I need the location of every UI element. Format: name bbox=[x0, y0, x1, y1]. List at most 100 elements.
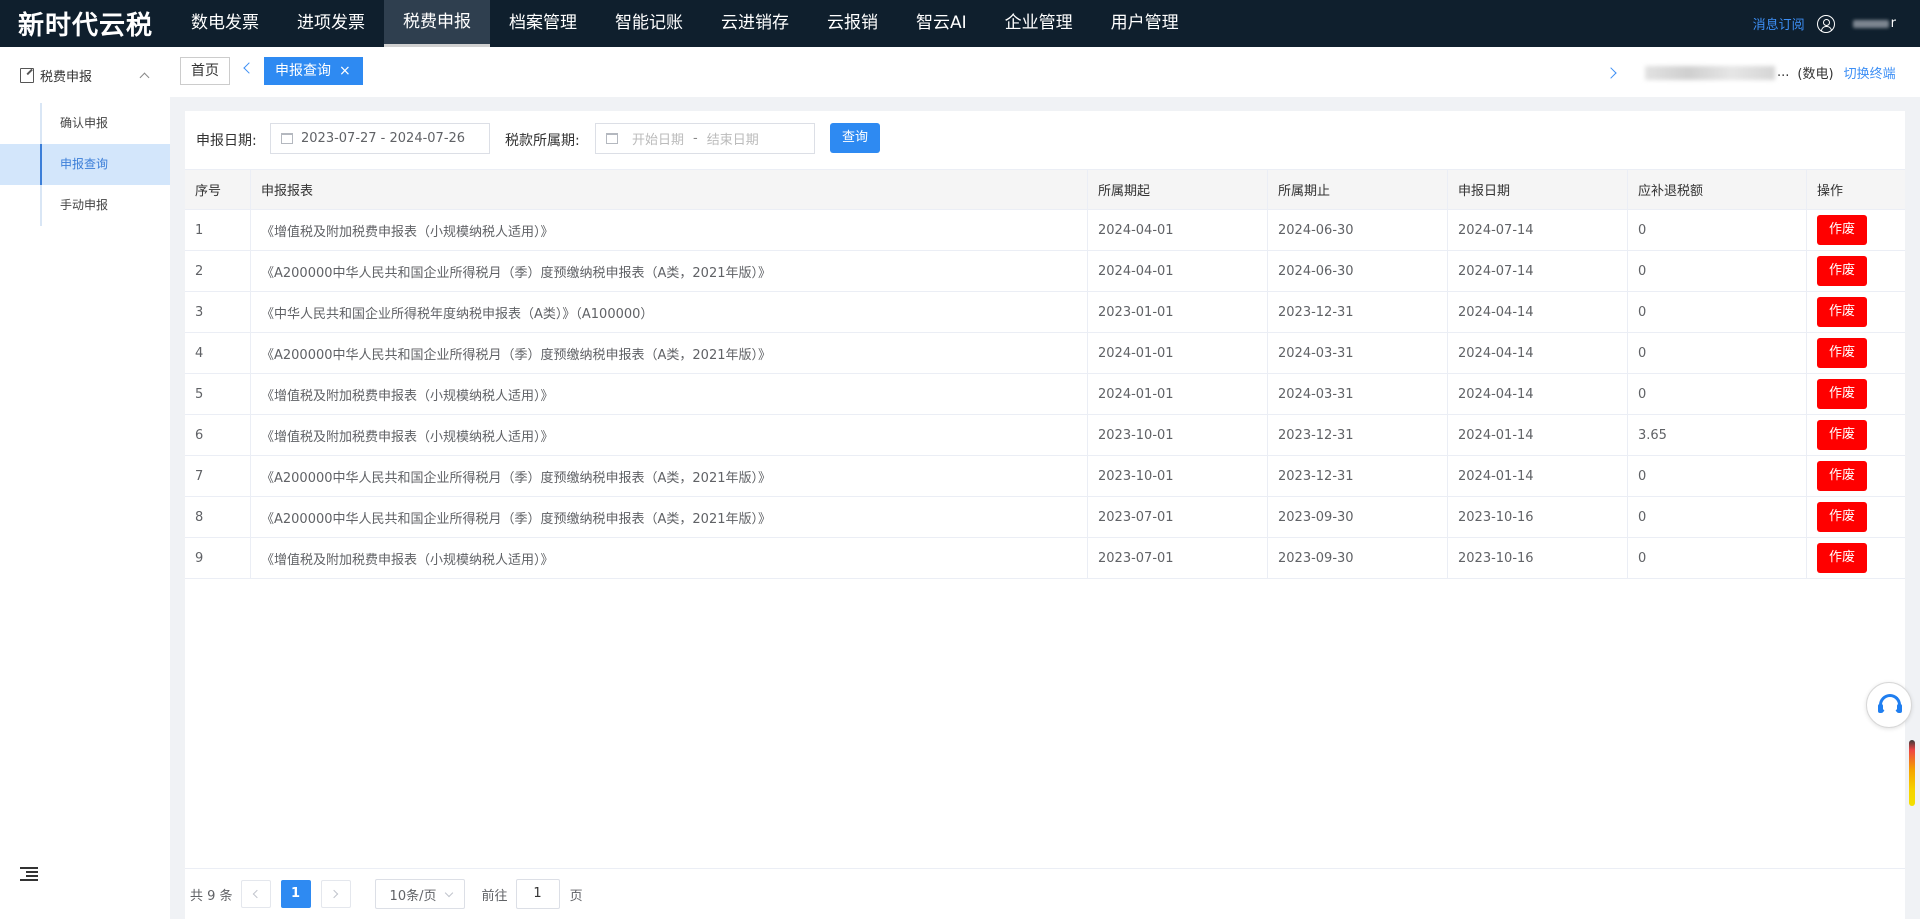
menu-collapse-icon[interactable] bbox=[20, 867, 38, 881]
nav-item-bookkeeping[interactable]: 智能记账 bbox=[596, 0, 702, 47]
tab-home[interactable]: 首页 bbox=[180, 57, 230, 85]
nav-item-inventory[interactable]: 云进销存 bbox=[702, 0, 808, 47]
query-button[interactable]: 查询 bbox=[830, 123, 880, 153]
nav-item-reimbursement[interactable]: 云报销 bbox=[808, 0, 897, 47]
top-right-area: 消息订阅 r bbox=[1753, 0, 1896, 47]
cell-tax-amount: 0 bbox=[1628, 251, 1807, 291]
user-name[interactable]: r bbox=[1852, 16, 1896, 31]
cell-actions: 作废 bbox=[1807, 415, 1905, 455]
void-button[interactable]: 作废 bbox=[1817, 297, 1867, 327]
sidebar-group-label: 税费申报 bbox=[40, 69, 93, 85]
cell-actions: 作废 bbox=[1807, 456, 1905, 496]
declare-date-range-input[interactable]: 2023-07-27 - 2024-07-26 bbox=[270, 123, 490, 154]
nav-item-e-invoice[interactable]: 数电发票 bbox=[172, 0, 278, 47]
cell-declare-date: 2023-10-16 bbox=[1448, 538, 1628, 578]
nav-item-tax-declaration[interactable]: 税费申报 bbox=[384, 0, 490, 47]
void-button[interactable]: 作废 bbox=[1817, 215, 1867, 245]
cell-report: 《A200000中华人民共和国企业所得税月（季）度预缴纳税申报表（A类，2021… bbox=[251, 333, 1088, 373]
filter-bar: 申报日期: 2023-07-27 - 2024-07-26 税款所属期: 开始日… bbox=[185, 111, 1905, 169]
sidebar-submenu: 确认申报 申报查询 手动申报 bbox=[0, 103, 170, 226]
chevron-up-icon bbox=[139, 72, 150, 82]
cell-tax-amount: 0 bbox=[1628, 210, 1807, 250]
message-subscribe-link[interactable]: 消息订阅 bbox=[1753, 14, 1805, 33]
void-button[interactable]: 作废 bbox=[1817, 461, 1867, 491]
app-logo[interactable]: 新时代云税 bbox=[0, 5, 172, 42]
sidebar: 税费申报 确认申报 申报查询 手动申报 bbox=[0, 47, 170, 919]
sidebar-group-tax-declaration[interactable]: 税费申报 bbox=[0, 47, 170, 103]
sidebar-item-declaration-query[interactable]: 申报查询 bbox=[0, 144, 170, 185]
cell-period-start: 2023-07-01 bbox=[1088, 497, 1268, 537]
table-row: 7 《A200000中华人民共和国企业所得税月（季）度预缴纳税申报表（A类，202… bbox=[185, 456, 1905, 497]
cell-actions: 作废 bbox=[1807, 374, 1905, 414]
cell-actions: 作废 bbox=[1807, 251, 1905, 291]
tab-declaration-query[interactable]: 申报查询 × bbox=[264, 57, 363, 85]
chevron-right-icon[interactable] bbox=[1605, 67, 1617, 79]
end-date-placeholder[interactable]: 结束日期 bbox=[707, 129, 759, 148]
table-body: 1 《增值税及附加税费申报表（小规模纳税人适用）》 2024-04-01 2024-0… bbox=[185, 210, 1905, 579]
cell-declare-date: 2024-04-14 bbox=[1448, 374, 1628, 414]
cell-period-start: 2024-01-01 bbox=[1088, 333, 1268, 373]
table-row: 3 《中华人民共和国企业所得税年度纳税申报表（A类）》（A100000） 2023-… bbox=[185, 292, 1905, 333]
goto-page-input[interactable]: 1 bbox=[515, 879, 560, 909]
cell-tax-amount: 0 bbox=[1628, 292, 1807, 332]
declaration-table: 序号 申报报表 所属期起 所属期止 申报日期 应补退税额 操作 1 《增值税及附加… bbox=[185, 169, 1905, 579]
void-button[interactable]: 作废 bbox=[1817, 502, 1867, 532]
redacted-company-name bbox=[1645, 65, 1775, 80]
cell-period-end: 2023-12-31 bbox=[1268, 456, 1448, 496]
cell-period-end: 2023-09-30 bbox=[1268, 538, 1448, 578]
redacted-username bbox=[1852, 19, 1889, 28]
cell-tax-amount: 0 bbox=[1628, 374, 1807, 414]
start-date-placeholder[interactable]: 开始日期 bbox=[632, 129, 684, 148]
column-header-period-start: 所属期起 bbox=[1088, 170, 1268, 209]
cell-actions: 作废 bbox=[1807, 292, 1905, 332]
cell-period-start: 2023-10-01 bbox=[1088, 456, 1268, 496]
table-row: 8 《A200000中华人民共和国企业所得税月（季）度预缴纳税申报表（A类，202… bbox=[185, 497, 1905, 538]
column-header-period-end: 所属期止 bbox=[1268, 170, 1448, 209]
cell-report: 《增值税及附加税费申报表（小规模纳税人适用）》 bbox=[251, 374, 1088, 414]
tax-period-range-input[interactable]: 开始日期 - 结束日期 bbox=[595, 123, 815, 154]
void-button[interactable]: 作废 bbox=[1817, 338, 1867, 368]
page-number-current[interactable]: 1 bbox=[280, 880, 311, 908]
cell-period-end: 2024-03-31 bbox=[1268, 333, 1448, 373]
user-icon[interactable] bbox=[1816, 14, 1835, 33]
switch-terminal-link[interactable]: 切换终端 bbox=[1844, 63, 1896, 82]
cell-report: 《增值税及附加税费申报表（小规模纳税人适用）》 bbox=[251, 415, 1088, 455]
cell-period-start: 2023-07-01 bbox=[1088, 538, 1268, 578]
void-button[interactable]: 作废 bbox=[1817, 379, 1867, 409]
cell-period-start: 2023-10-01 bbox=[1088, 415, 1268, 455]
next-page-button[interactable] bbox=[320, 880, 351, 908]
void-button[interactable]: 作废 bbox=[1817, 543, 1867, 573]
void-button[interactable]: 作废 bbox=[1817, 256, 1867, 286]
cell-report: 《A200000中华人民共和国企业所得税月（季）度预缴纳税申报表（A类，2021… bbox=[251, 456, 1088, 496]
void-button[interactable]: 作废 bbox=[1817, 420, 1867, 450]
nav-item-enterprise[interactable]: 企业管理 bbox=[986, 0, 1092, 47]
declare-date-value: 2023-07-27 - 2024-07-26 bbox=[301, 131, 466, 146]
table-header-row: 序号 申报报表 所属期起 所属期止 申报日期 应补退税额 操作 bbox=[185, 169, 1905, 210]
cell-report: 《增值税及附加税费申报表（小规模纳税人适用）》 bbox=[251, 538, 1088, 578]
nav-item-users[interactable]: 用户管理 bbox=[1092, 0, 1198, 47]
nav-item-ai[interactable]: 智云AI bbox=[897, 0, 986, 47]
nav-item-archive[interactable]: 档案管理 bbox=[490, 0, 596, 47]
page-size-select[interactable]: 10条/页 bbox=[374, 879, 465, 909]
cell-period-start: 2024-04-01 bbox=[1088, 251, 1268, 291]
side-scroll-indicator[interactable] bbox=[1909, 740, 1915, 806]
sidebar-item-confirm-declaration[interactable]: 确认申报 bbox=[0, 103, 170, 144]
column-header-actions: 操作 bbox=[1817, 184, 1844, 199]
prev-page-button[interactable] bbox=[240, 880, 271, 908]
cell-declare-date: 2024-04-14 bbox=[1448, 292, 1628, 332]
cell-declare-date: 2024-07-14 bbox=[1448, 251, 1628, 291]
cell-index: 3 bbox=[185, 292, 251, 332]
cell-period-end: 2023-12-31 bbox=[1268, 292, 1448, 332]
cell-declare-date: 2024-04-14 bbox=[1448, 333, 1628, 373]
chevron-left-icon[interactable] bbox=[243, 62, 255, 74]
nav-item-input-invoice[interactable]: 进项发票 bbox=[278, 0, 384, 47]
column-header-tax-amount: 应补退税额 bbox=[1628, 170, 1807, 209]
cell-actions: 作废 bbox=[1807, 497, 1905, 537]
company-info: ... (数电) 切换终端 bbox=[1645, 63, 1896, 82]
cell-index: 7 bbox=[185, 456, 251, 496]
customer-service-button[interactable] bbox=[1866, 682, 1912, 728]
calendar-icon bbox=[606, 133, 618, 144]
close-icon[interactable]: × bbox=[339, 57, 351, 85]
cell-index: 8 bbox=[185, 497, 251, 537]
sidebar-item-manual-declaration[interactable]: 手动申报 bbox=[0, 185, 170, 226]
